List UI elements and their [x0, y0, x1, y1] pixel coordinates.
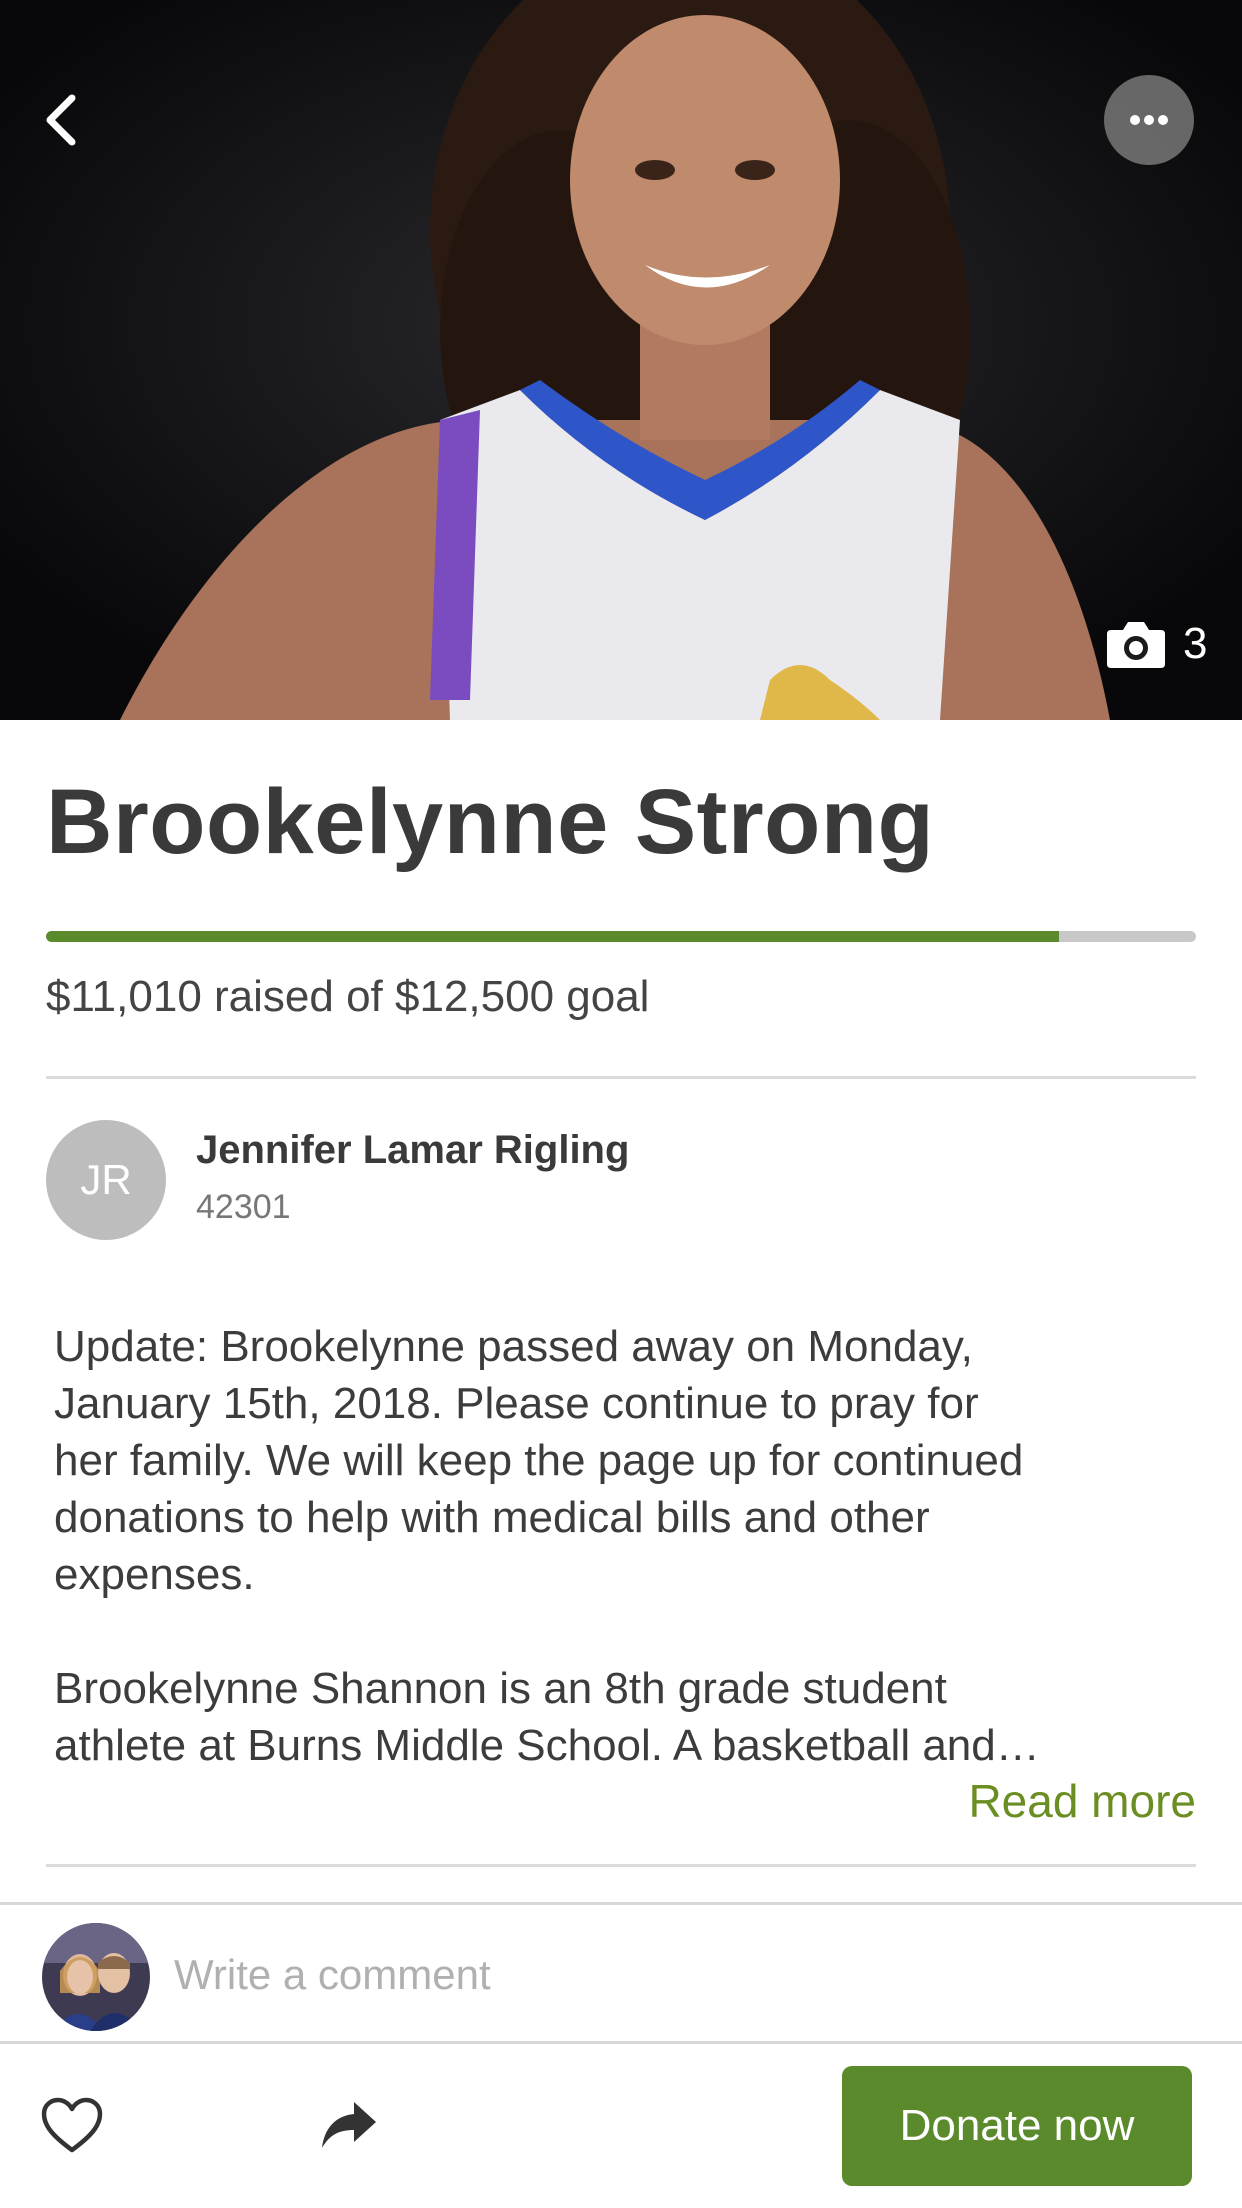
progress-fill	[46, 931, 1059, 942]
organizer-name[interactable]: Jennifer Lamar Rigling	[196, 1128, 629, 1173]
share-arrow-icon	[322, 2102, 376, 2148]
story-paragraph: Brookelynne Shannon is an 8th grade stud…	[54, 1664, 1040, 1770]
organizer-location: 42301	[196, 1188, 291, 1226]
share-button[interactable]	[316, 2096, 380, 2156]
organizer-initials: JR	[80, 1156, 132, 1203]
raised-amount: $11,010 raised of $12,500 goal	[46, 972, 650, 1021]
back-button[interactable]	[30, 80, 90, 160]
divider	[46, 1864, 1196, 1867]
story-paragraph: Update: Brookelynne passed away on Monda…	[54, 1322, 1024, 1599]
comment-input[interactable]	[174, 1935, 1194, 2015]
camera-icon	[1107, 622, 1165, 668]
campaign-photo[interactable]	[0, 0, 1242, 720]
hero-photo-section: 3	[0, 0, 1242, 720]
chevron-left-icon	[46, 94, 76, 146]
divider	[46, 1076, 1196, 1079]
more-dots-icon	[1130, 115, 1168, 125]
read-more-link[interactable]: Read more	[968, 1774, 1196, 1828]
photo-gallery-button[interactable]: 3	[1105, 612, 1207, 676]
user-avatar	[42, 1923, 150, 2031]
donate-button[interactable]: Donate now	[842, 2066, 1192, 2186]
organizer-avatar[interactable]: JR	[46, 1120, 166, 1240]
comment-bar	[0, 1902, 1242, 2044]
photo-count: 3	[1183, 619, 1208, 668]
campaign-story: Update: Brookelynne passed away on Monda…	[54, 1318, 1204, 1774]
more-options-button[interactable]	[1104, 75, 1194, 165]
campaign-title: Brookelynne Strong	[46, 771, 935, 873]
bottom-action-bar: Donate now	[0, 2044, 1242, 2208]
like-button[interactable]	[40, 2096, 104, 2156]
progress-bar	[46, 931, 1196, 942]
heart-icon	[41, 2097, 103, 2153]
